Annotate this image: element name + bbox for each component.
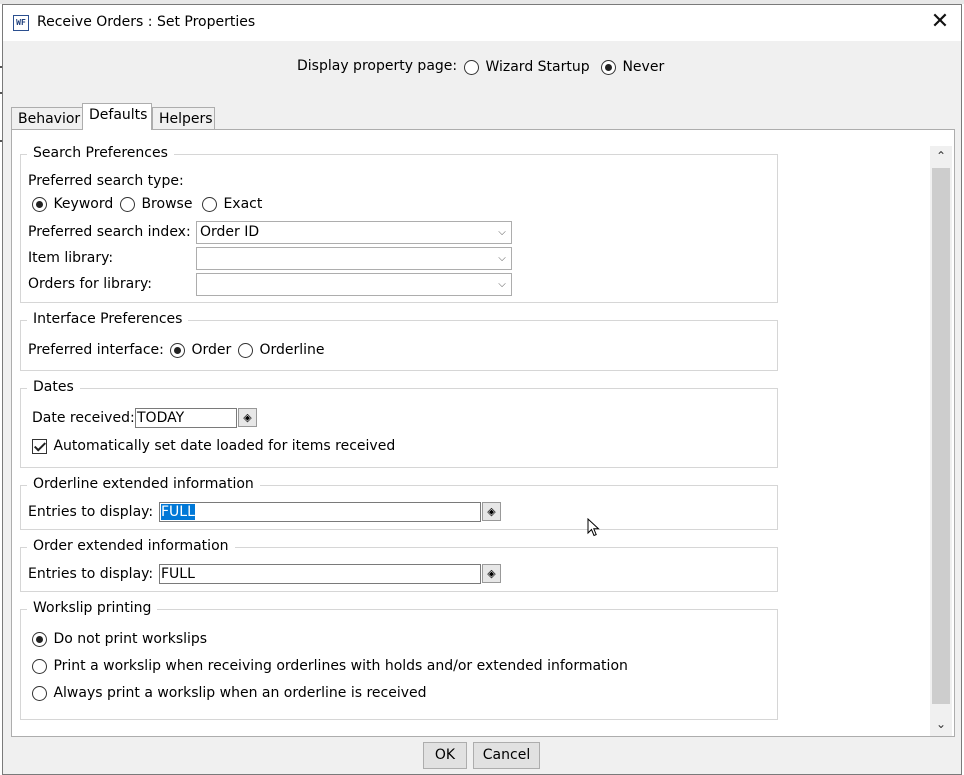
tab-helpers[interactable]: Helpers <box>152 107 215 129</box>
search-preferences-legend: Search Preferences <box>27 145 174 161</box>
browse-radio[interactable]: Browse <box>120 196 192 212</box>
search-preferences-group: Search Preferences Preferred search type… <box>20 145 778 303</box>
radio-icon[interactable] <box>238 342 253 358</box>
radio-icon[interactable] <box>32 685 47 701</box>
dates-group: Dates Date received: TODAY ◈ Automatical… <box>20 379 778 468</box>
exact-label: Exact <box>223 196 263 212</box>
set-properties-dialog: WF Receive Orders : Set Properties ✕ Dis… <box>2 4 962 775</box>
chevron-down-icon[interactable]: ⌵ <box>493 274 511 295</box>
display-property-row: Display property page: Wizard Startup Ne… <box>3 56 961 80</box>
auto-date-checkbox[interactable]: Automatically set date loaded for items … <box>32 438 395 454</box>
vertical-scrollbar[interactable]: ⌃ ⌄ <box>930 146 952 736</box>
search-index-value: Order ID <box>200 224 260 240</box>
radio-icon[interactable] <box>32 658 47 674</box>
dates-legend: Dates <box>27 379 80 395</box>
orderline-entries-value: FULL <box>161 504 195 520</box>
keyword-label: Keyword <box>53 196 114 212</box>
holds-workslip-radio[interactable]: Print a workslip when receiving orderlin… <box>32 658 628 674</box>
date-received-field[interactable]: TODAY <box>135 408 237 428</box>
search-index-label: Preferred search index: <box>28 224 191 240</box>
search-index-combo[interactable]: Order ID ⌵ <box>196 221 512 244</box>
orderline-extended-legend: Orderline extended information <box>27 476 260 492</box>
never-label: Never <box>622 59 665 75</box>
orders-library-combo[interactable]: ⌵ <box>196 273 512 296</box>
date-received-label: Date received: <box>32 410 135 426</box>
radio-icon[interactable] <box>120 196 135 212</box>
interface-preferences-legend: Interface Preferences <box>27 311 189 327</box>
search-type-label: Preferred search type: <box>28 173 184 189</box>
app-icon: WF <box>13 15 29 31</box>
order-radio[interactable]: Order <box>170 342 231 358</box>
order-label: Order <box>191 342 232 358</box>
no-workslip-radio[interactable]: Do not print workslips <box>32 631 207 647</box>
date-picker-icon[interactable]: ◈ <box>238 408 257 427</box>
ok-button[interactable]: OK <box>423 742 467 769</box>
interface-preferences-group: Interface Preferences Preferred interfac… <box>20 311 778 371</box>
wizard-startup-label: Wizard Startup <box>485 59 590 75</box>
keyword-radio[interactable]: Keyword <box>32 196 113 212</box>
scroll-down-icon[interactable]: ⌄ <box>930 714 952 734</box>
preferred-interface-label: Preferred interface: <box>28 342 164 358</box>
orderline-label: Orderline <box>259 342 325 358</box>
workslip-legend: Workslip printing <box>27 600 158 616</box>
holds-workslip-label: Print a workslip when receiving orderlin… <box>53 658 628 674</box>
order-entries-field[interactable]: FULL <box>159 564 481 584</box>
orderline-extended-group: Orderline extended information Entries t… <box>20 476 778 530</box>
radio-icon[interactable] <box>32 631 47 647</box>
order-extended-legend: Order extended information <box>27 538 235 554</box>
always-workslip-label: Always print a workslip when an orderlin… <box>53 685 427 701</box>
orderline-entries-label: Entries to display: <box>28 504 154 520</box>
tab-behavior[interactable]: Behavior <box>11 107 83 129</box>
cancel-button[interactable]: Cancel <box>473 742 540 769</box>
tab-defaults[interactable]: Defaults <box>82 103 152 130</box>
item-library-label: Item library: <box>28 250 114 266</box>
order-picker-icon[interactable]: ◈ <box>482 564 501 583</box>
orders-library-label: Orders for library: <box>28 276 152 292</box>
mouse-cursor-icon <box>587 518 600 537</box>
scroll-up-icon[interactable]: ⌃ <box>930 146 952 166</box>
always-workslip-radio[interactable]: Always print a workslip when an orderlin… <box>32 685 427 701</box>
chevron-down-icon[interactable]: ⌵ <box>493 248 511 269</box>
display-property-label: Display property page: <box>297 58 458 74</box>
no-workslip-label: Do not print workslips <box>53 631 208 647</box>
defaults-panel: Search Preferences Preferred search type… <box>11 129 955 737</box>
window-title: Receive Orders : Set Properties <box>37 14 256 30</box>
item-library-combo[interactable]: ⌵ <box>196 247 512 270</box>
checkbox-icon[interactable] <box>32 438 47 454</box>
orderline-entries-field[interactable]: FULL <box>159 502 481 522</box>
auto-date-label: Automatically set date loaded for items … <box>53 438 396 454</box>
orderline-picker-icon[interactable]: ◈ <box>482 502 501 521</box>
chevron-down-icon[interactable]: ⌵ <box>493 222 511 243</box>
order-entries-label: Entries to display: <box>28 566 154 582</box>
radio-icon[interactable] <box>601 59 616 75</box>
radio-icon[interactable] <box>202 196 217 212</box>
exact-radio[interactable]: Exact <box>202 196 262 212</box>
scrollbar-thumb[interactable] <box>932 168 950 704</box>
wizard-startup-radio[interactable]: Wizard Startup <box>464 59 590 75</box>
radio-icon[interactable] <box>464 59 479 75</box>
radio-icon[interactable] <box>170 342 185 358</box>
never-radio[interactable]: Never <box>601 59 664 75</box>
orderline-radio[interactable]: Orderline <box>238 342 325 358</box>
title-bar[interactable]: WF Receive Orders : Set Properties ✕ <box>3 5 961 41</box>
close-button[interactable]: ✕ <box>925 9 955 37</box>
browse-label: Browse <box>141 196 193 212</box>
order-extended-group: Order extended information Entries to di… <box>20 538 778 592</box>
workslip-printing-group: Workslip printing Do not print workslips… <box>20 600 778 720</box>
radio-icon[interactable] <box>32 196 47 212</box>
